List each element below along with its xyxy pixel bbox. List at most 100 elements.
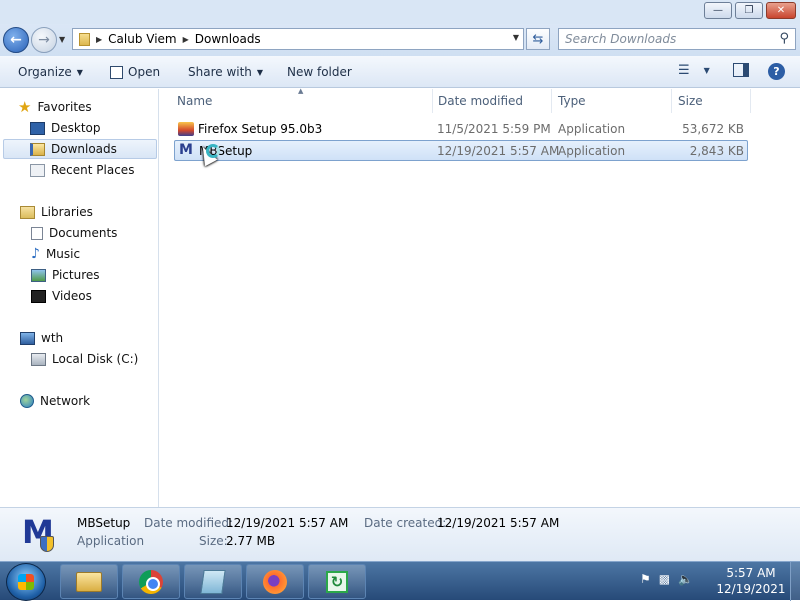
downloads-folder-icon: [30, 142, 45, 156]
forward-arrow-icon[interactable]: →: [31, 27, 57, 53]
chevron-right-icon[interactable]: ▶: [96, 35, 102, 44]
views-icon[interactable]: ☰ ▼: [678, 63, 710, 78]
firefox-icon: [263, 569, 287, 594]
network-status-icon[interactable]: ▩: [659, 572, 670, 586]
show-desktop-button[interactable]: [790, 562, 800, 601]
organize-button[interactable]: Organize ▼: [18, 65, 83, 79]
breadcrumb-downloads[interactable]: Downloads: [195, 32, 261, 46]
column-divider[interactable]: [671, 89, 672, 113]
file-type: Application: [558, 144, 626, 158]
sidebar-item-local-disk[interactable]: Local Disk (C:): [31, 349, 138, 369]
address-dropdown-icon[interactable]: ▼: [513, 33, 519, 42]
column-header-name[interactable]: Name: [177, 94, 212, 108]
minimize-icon[interactable]: —: [704, 2, 732, 19]
uac-shield-icon: [40, 536, 54, 552]
file-date-modified: 12/19/2021 5:57 AM: [437, 144, 560, 158]
details-date-modified: 12/19/2021 5:57 AM: [226, 516, 349, 530]
taskbar-firefox-button[interactable]: [246, 564, 304, 599]
sidebar-item-label: Documents: [49, 226, 118, 240]
sync-app-icon: ↻: [326, 570, 348, 593]
recent-pages-chevron-icon[interactable]: ▼: [59, 35, 65, 44]
help-icon[interactable]: ?: [768, 63, 785, 80]
organize-label: Organize: [18, 65, 72, 79]
file-date-modified: 11/5/2021 5:59 PM: [437, 122, 551, 136]
sidebar-item-recent-places[interactable]: Recent Places: [30, 160, 134, 180]
sidebar-item-videos[interactable]: Videos: [31, 286, 92, 306]
address-bar[interactable]: ▶ Calub Viem ▶ Downloads ▼: [72, 28, 524, 50]
explorer-icon: [76, 571, 102, 592]
sidebar-item-music[interactable]: ♪ Music: [31, 244, 80, 264]
file-row-selected[interactable]: M MBSetup 12/19/2021 5:57 AM Application…: [174, 140, 748, 161]
sidebar-item-favorites[interactable]: ★ Favorites: [18, 97, 92, 117]
taskbar-explorer-button[interactable]: [60, 564, 118, 599]
file-row[interactable]: Firefox Setup 95.0b3 11/5/2021 5:59 PM A…: [174, 119, 748, 140]
taskbar-notepad-button[interactable]: [184, 564, 242, 599]
column-divider[interactable]: [432, 89, 433, 113]
close-icon[interactable]: ✕: [766, 2, 796, 19]
search-input[interactable]: Search Downloads ⚲: [558, 28, 796, 50]
sidebar-item-label: Recent Places: [51, 163, 135, 177]
firefox-installer-icon: [178, 122, 194, 136]
clock[interactable]: 5:57 AM 12/19/2021: [716, 565, 786, 597]
taskbar-sync-app-button[interactable]: ↻: [308, 564, 366, 599]
sidebar-item-documents[interactable]: Documents: [31, 223, 117, 243]
details-size: 2.77 MB: [226, 534, 276, 548]
busy-spinner-icon: [206, 144, 220, 158]
search-placeholder: Search Downloads: [565, 32, 677, 46]
file-size: 2,843 KB: [689, 144, 744, 158]
sidebar-item-label: wth: [41, 331, 64, 345]
sidebar-item-desktop[interactable]: Desktop: [30, 118, 101, 138]
taskbar-chrome-button[interactable]: [122, 564, 180, 599]
back-arrow-icon[interactable]: ←: [3, 27, 29, 53]
file-name: Firefox Setup 95.0b3: [198, 122, 323, 136]
sidebar-item-computer[interactable]: wth: [20, 328, 63, 348]
column-header-date-modified[interactable]: Date modified: [438, 94, 523, 108]
share-with-button[interactable]: Share with ▼: [188, 65, 263, 79]
new-folder-label: New folder: [287, 65, 352, 79]
sidebar-item-downloads[interactable]: Downloads: [3, 139, 157, 159]
clock-date: 12/19/2021: [716, 582, 786, 596]
taskbar: ↻ ⚑ ▩ 🔈 5:57 AM 12/19/2021: [0, 561, 800, 601]
column-header-size[interactable]: Size: [678, 94, 703, 108]
notepad-icon: [200, 569, 226, 594]
breadcrumb-user[interactable]: Calub Viem: [108, 32, 176, 46]
computer-icon: [20, 331, 35, 345]
star-icon: ★: [18, 97, 32, 116]
new-folder-button[interactable]: New folder: [287, 65, 352, 79]
action-center-flag-icon[interactable]: ⚑: [640, 572, 651, 586]
column-header-type[interactable]: Type: [558, 94, 586, 108]
column-divider[interactable]: [551, 89, 552, 113]
pictures-icon: [31, 268, 46, 282]
refresh-icon[interactable]: ⇆: [526, 28, 550, 50]
sidebar-item-label: Favorites: [37, 100, 92, 114]
file-type: Application: [558, 122, 626, 136]
malwarebytes-icon: M: [179, 142, 193, 158]
details-date-created-label: Date created:: [364, 516, 447, 530]
sidebar-item-network[interactable]: Network: [20, 391, 90, 411]
preview-pane-icon[interactable]: [733, 63, 749, 77]
open-icon: [110, 65, 123, 79]
share-with-label: Share with: [188, 65, 252, 79]
restore-icon[interactable]: ❐: [735, 2, 763, 19]
clock-time: 5:57 AM: [726, 566, 776, 580]
column-divider[interactable]: [750, 89, 751, 113]
sidebar-item-label: Local Disk (C:): [52, 352, 139, 366]
volume-icon[interactable]: 🔈: [678, 572, 693, 586]
search-icon[interactable]: ⚲: [779, 31, 789, 46]
sidebar-item-label: Videos: [52, 289, 92, 303]
start-button[interactable]: [6, 563, 46, 601]
chevron-right-icon[interactable]: ▶: [183, 35, 189, 44]
music-icon: ♪: [31, 246, 40, 262]
details-file-name: MBSetup: [77, 516, 131, 530]
open-button[interactable]: Open: [110, 65, 160, 79]
chevron-down-icon: ▼: [256, 67, 264, 77]
details-date-created: 12/19/2021 5:57 AM: [437, 516, 560, 530]
details-size-label: Size:: [199, 534, 228, 548]
navigation-pane: ★ Favorites Desktop Downloads Recent Pla…: [0, 89, 159, 507]
sidebar-item-label: Music: [45, 247, 81, 261]
sidebar-item-pictures[interactable]: Pictures: [31, 265, 100, 285]
window-controls: — ❐ ✕: [704, 2, 796, 19]
chevron-down-icon: ▼: [76, 67, 83, 77]
sidebar-item-libraries[interactable]: Libraries: [20, 202, 93, 222]
file-size: 53,672 KB: [682, 122, 744, 136]
